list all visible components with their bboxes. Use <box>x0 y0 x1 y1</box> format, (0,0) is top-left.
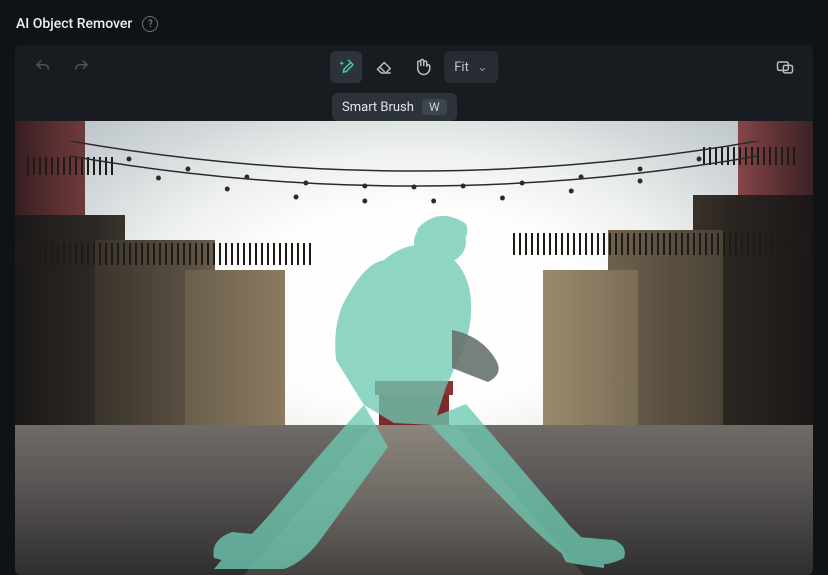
tooltip-shortcut: W <box>422 99 447 115</box>
string-lights <box>70 141 758 231</box>
building <box>543 270 638 425</box>
railing <box>513 233 813 255</box>
undo-button[interactable] <box>27 51 59 83</box>
undo-icon <box>34 58 52 76</box>
header: AI Object Remover ? <box>0 0 828 39</box>
zoom-label: Fit <box>454 60 469 75</box>
page-title: AI Object Remover <box>16 16 132 32</box>
toolbar-left <box>27 51 97 83</box>
hand-icon <box>413 58 431 76</box>
smart-brush-button[interactable] <box>330 51 362 83</box>
gate <box>379 395 449 425</box>
pan-button[interactable] <box>406 51 438 83</box>
ground <box>15 425 813 575</box>
toolbar-center: Fit ⌄ <box>330 51 498 83</box>
tooltip-label: Smart Brush <box>342 100 414 115</box>
chevron-down-icon: ⌄ <box>477 60 488 75</box>
scene-image <box>15 121 813 575</box>
railing <box>15 243 315 265</box>
toolbar: Fit ⌄ <box>15 45 813 89</box>
redo-icon <box>72 58 90 76</box>
eraser-button[interactable] <box>368 51 400 83</box>
zoom-select[interactable]: Fit ⌄ <box>444 51 498 83</box>
help-icon[interactable]: ? <box>142 16 158 32</box>
compare-icon <box>775 57 795 77</box>
redo-button[interactable] <box>65 51 97 83</box>
viewport[interactable] <box>15 121 813 575</box>
building <box>185 270 285 425</box>
eraser-icon <box>375 58 393 76</box>
smart-brush-tooltip: Smart Brush W <box>332 93 457 121</box>
canvas-panel: Fit ⌄ Smart Brush W <box>15 45 813 575</box>
compare-button[interactable] <box>769 51 801 83</box>
app-root: AI Object Remover ? <box>0 0 828 575</box>
smart-brush-icon <box>337 58 355 76</box>
toolbar-right <box>769 51 801 83</box>
